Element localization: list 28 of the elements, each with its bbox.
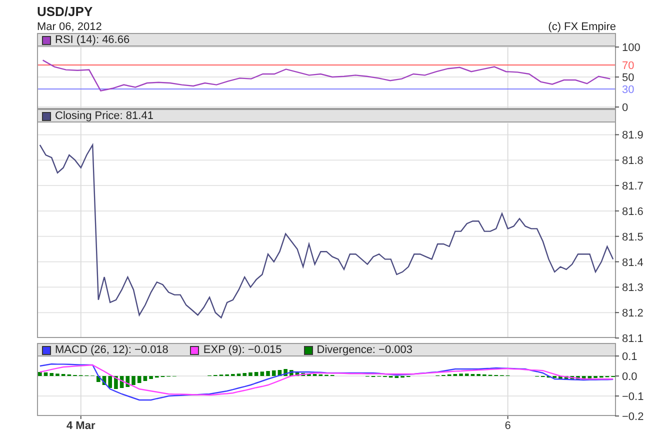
axis-label: 81.1	[622, 333, 644, 345]
axis-label: 81.5	[622, 231, 644, 244]
legend-text: Closing Price: 81.41	[55, 110, 154, 122]
threshold-label: 30	[622, 84, 634, 96]
chart-title: USD/JPY	[37, 5, 93, 19]
axis-label: 81.2	[622, 308, 644, 320]
legend-text: Divergence: −0.003	[316, 344, 412, 356]
axis-label: 6	[504, 420, 511, 432]
chart-date: Mar 06, 2012	[37, 21, 102, 33]
axis-label: 81.9	[622, 130, 644, 142]
threshold-label: 70	[622, 60, 634, 72]
legend-text: MACD (26, 12): −0.018	[55, 344, 168, 356]
axis-label: −0.1	[622, 391, 644, 403]
axis-label: 0.0	[622, 371, 638, 383]
axis-label: 81.3	[622, 282, 644, 294]
axis-label: 50	[622, 72, 634, 84]
legend-text: RSI (14): 46.66	[55, 34, 130, 46]
axis-label: 0.1	[622, 351, 638, 363]
axis-label: 81.7	[622, 180, 644, 193]
axis-label: 100	[622, 42, 640, 54]
copyright-text: (c) FX Empire	[548, 21, 616, 33]
axis-label: 81.6	[622, 206, 644, 218]
axis-label: 81.4	[622, 256, 644, 269]
axis-label: 0	[622, 102, 628, 114]
axis-label: 81.8	[622, 155, 644, 168]
axis-label: 4 Mar	[66, 420, 96, 432]
legend-text: EXP (9): −0.015	[203, 344, 282, 356]
axis-label: −0.2	[622, 411, 644, 423]
